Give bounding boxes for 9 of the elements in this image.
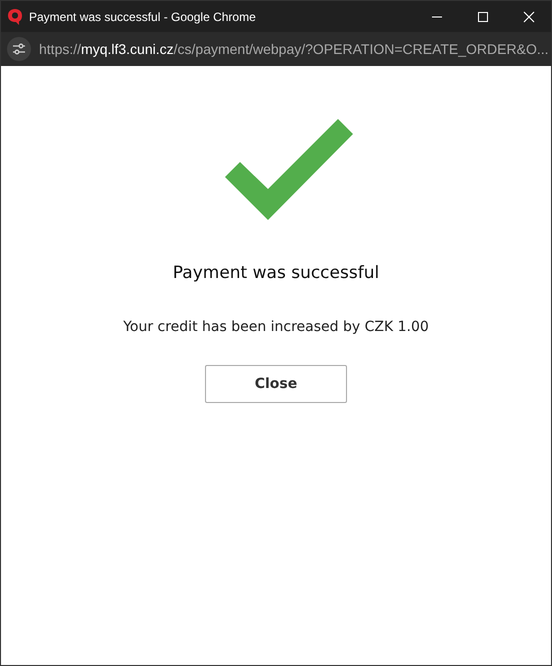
close-button[interactable]: Close [205,365,347,403]
window-title: Payment was successful - Google Chrome [29,10,257,24]
credit-message: Your credit has been increased by CZK 1.00 [123,319,429,335]
app-logo-icon [7,8,23,26]
maximize-icon[interactable] [477,10,489,22]
site-settings-button[interactable] [7,37,31,61]
sliders-icon [12,43,26,55]
close-icon[interactable] [523,10,535,22]
success-heading: Payment was successful [172,263,380,283]
